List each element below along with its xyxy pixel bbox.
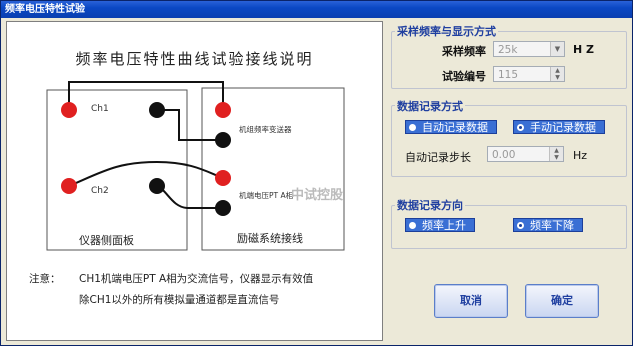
auto-record-label: 自动记录数据 xyxy=(422,121,488,134)
note-line-1: CH1机端电压PT A相为交流信号，仪器显示有效值 xyxy=(79,273,314,285)
frequency-down-radio[interactable]: 频率下降 xyxy=(513,218,583,232)
sampling-group-title: 采样频率与显示方式 xyxy=(395,23,498,39)
ch1-black-terminal xyxy=(149,102,165,118)
converter-black-terminal xyxy=(215,132,231,148)
note-label: 注意： xyxy=(29,273,61,285)
pt-black-terminal xyxy=(215,200,231,216)
radio-icon xyxy=(409,124,416,131)
ch2-black-terminal xyxy=(149,178,165,194)
wire-ch2-black xyxy=(156,185,223,209)
test-number-value: 115 xyxy=(498,69,519,81)
dialog-window: 频率电压特性试验 频率电压特性曲线试验接线说明 Ch1 Ch2 机组频率变送器 … xyxy=(0,0,633,346)
wiring-diagram-panel: 频率电压特性曲线试验接线说明 Ch1 Ch2 机组频率变送器 机端电压PT A相… xyxy=(6,21,383,341)
chevron-down-icon[interactable]: ▼ xyxy=(550,42,564,56)
radio-selected-icon xyxy=(517,222,524,229)
wire-ch1-black xyxy=(157,109,223,141)
title-bar: 频率电压特性试验 xyxy=(1,1,632,18)
wire-ch2-red xyxy=(68,160,224,187)
radio-selected-icon xyxy=(517,124,524,131)
ch2-label: Ch2 xyxy=(91,186,109,196)
converter-red-terminal xyxy=(215,102,231,118)
spin-arrows-icon[interactable]: ▲ ▼ xyxy=(550,67,564,81)
ch1-red-terminal xyxy=(61,102,77,118)
auto-step-value: 0.00 xyxy=(492,149,516,161)
record-mode-group-title: 数据记录方式 xyxy=(395,98,465,114)
frequency-down-label: 频率下降 xyxy=(530,219,574,232)
sample-rate-label: 采样频率 xyxy=(442,45,486,58)
pt-red-terminal xyxy=(215,170,231,186)
frequency-up-radio[interactable]: 频率上升 xyxy=(405,218,475,232)
auto-record-radio[interactable]: 自动记录数据 xyxy=(405,120,497,134)
watermark: 中试控股 xyxy=(291,188,344,203)
ch2-red-terminal xyxy=(61,178,77,194)
pt-phase-label: 机端电压PT A相 xyxy=(239,191,294,200)
note-line-2: 除CH1以外的所有模拟量通道都是直流信号 xyxy=(79,294,280,306)
record-mode-group xyxy=(391,105,627,177)
instrument-panel-caption: 仪器侧面板 xyxy=(79,234,134,247)
frequency-converter-label: 机组频率变送器 xyxy=(239,125,292,134)
radio-icon xyxy=(409,222,416,229)
ok-button[interactable]: 确定 xyxy=(525,284,599,318)
manual-record-label: 手动记录数据 xyxy=(530,121,596,134)
frequency-up-label: 频率上升 xyxy=(422,219,466,232)
auto-step-label: 自动记录步长 xyxy=(405,151,471,164)
auto-step-input[interactable]: 0.00 ▲ ▼ xyxy=(487,146,564,162)
record-direction-group-title: 数据记录方向 xyxy=(395,197,465,213)
sample-rate-select[interactable]: 25k ▼ xyxy=(493,41,565,57)
excitation-system-caption: 励磁系统接线 xyxy=(237,232,303,245)
test-number-input[interactable]: 115 ▲ ▼ xyxy=(493,66,565,82)
cancel-button[interactable]: 取消 xyxy=(434,284,508,318)
auto-step-unit: Hz xyxy=(573,149,588,162)
test-number-label: 试验编号 xyxy=(442,70,486,83)
ch1-label: Ch1 xyxy=(91,104,109,114)
spin-arrows-icon[interactable]: ▲ ▼ xyxy=(549,147,563,161)
manual-record-radio[interactable]: 手动记录数据 xyxy=(513,120,605,134)
sample-rate-unit: H Z xyxy=(573,43,595,56)
sample-rate-value: 25k xyxy=(498,44,518,56)
